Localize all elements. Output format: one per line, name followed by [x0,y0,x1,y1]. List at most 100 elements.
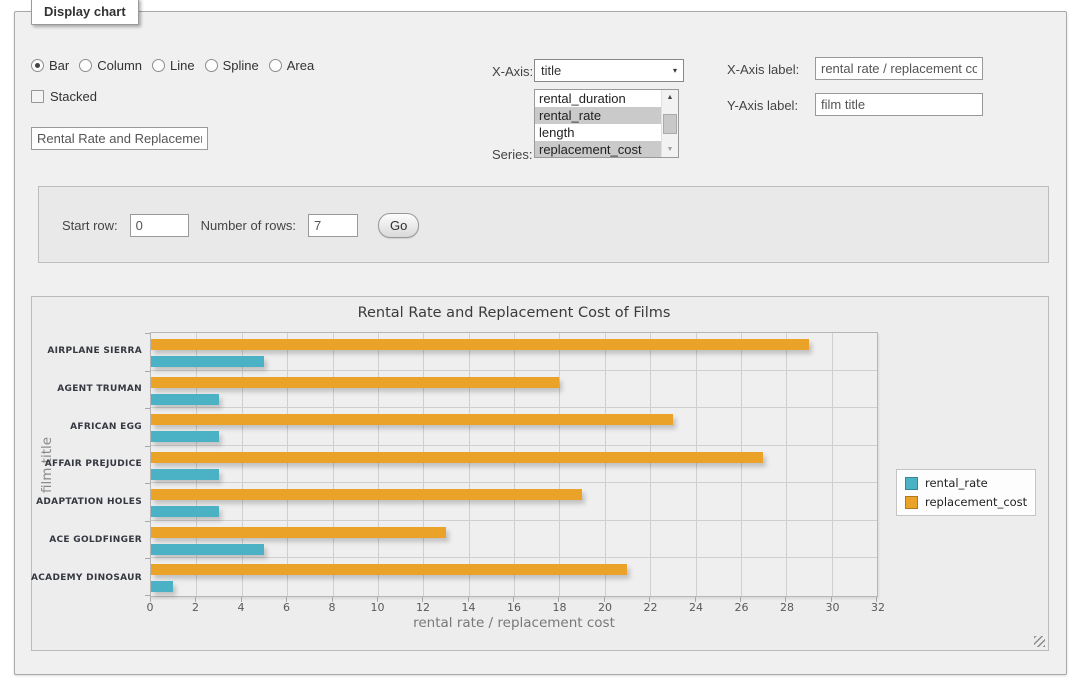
category-label: ACADEMY DINOSAUR [32,559,142,597]
chart-row-african-egg [151,408,877,446]
x-axis-label-text: X-Axis label: [727,62,799,77]
scroll-up-icon[interactable]: ▲ [662,90,678,105]
x-tick-label: 16 [507,601,521,614]
fieldset-legend-title: Display chart [31,0,139,25]
y-tick-mark [145,446,150,447]
chart-type-option-line: Line [152,58,195,73]
chart-type-option-bar: Bar [31,58,69,73]
series-option-rental_rate[interactable]: rental_rate [535,107,661,124]
legend-swatch-rental_rate [905,477,918,490]
series-option-length[interactable]: length [535,124,661,141]
legend-label-rental_rate: rental_rate [925,476,988,490]
bar-rental_rate [151,431,219,442]
rows-panel-inner: Start row: Number of rows: Go [62,213,419,238]
chart-row-agent-truman [151,371,877,409]
bar-replacement_cost [151,489,582,500]
x-tick-label: 30 [826,601,840,614]
y-tick-mark [145,558,150,559]
bar-replacement_cost [151,452,763,463]
bar-replacement_cost [151,564,627,575]
x-tick-label: 22 [644,601,658,614]
x-tick-label: 20 [598,601,612,614]
legend-label-replacement_cost: replacement_cost [925,495,1027,509]
series-option-rental_duration[interactable]: rental_duration [535,90,661,107]
chevron-down-icon: ▾ [673,66,677,75]
chart-row-academy-dinosaur [151,558,877,596]
num-rows-input[interactable] [308,214,358,237]
chart-type-radio-label: Spline [223,58,259,73]
chart-type-option-spline: Spline [205,58,259,73]
legend-entry-rental_rate: rental_rate [905,476,1027,490]
chart-row-adaptation-holes [151,483,877,521]
x-tick-label: 8 [329,601,336,614]
bar-rental_rate [151,506,219,517]
stacked-checkbox[interactable] [31,90,44,103]
bar-rental_rate [151,394,219,405]
x-tick-label: 4 [238,601,245,614]
bar-rental_rate [151,544,264,555]
resize-handle-icon[interactable] [1034,636,1045,647]
chart-type-radio-area[interactable] [269,59,282,72]
x-tick-label: 26 [735,601,749,614]
x-tick-label: 32 [871,601,885,614]
x-tick-label: 12 [416,601,430,614]
chart-type-option-column: Column [79,58,142,73]
y-tick-mark [145,521,150,522]
bar-replacement_cost [151,377,559,388]
category-label: ACE GOLDFINGER [32,521,142,559]
chart-type-radio-label: Line [170,58,195,73]
stacked-label: Stacked [50,89,97,104]
series-scrollbar[interactable]: ▲ ▼ [661,90,678,157]
scroll-down-icon[interactable]: ▼ [662,142,678,157]
x-tick-label: 0 [147,601,154,614]
x-tick-label: 14 [462,601,476,614]
series-options: rental_durationrental_ratelengthreplacem… [535,90,661,157]
legend-swatch-replacement_cost [905,496,918,509]
x-tick-label: 24 [689,601,703,614]
x-axis-select[interactable]: title ▾ [534,59,684,82]
legend-entry-replacement_cost: replacement_cost [905,495,1027,509]
x-tick-label: 2 [192,601,199,614]
chart-bar-rows [151,333,877,596]
go-button[interactable]: Go [378,213,419,238]
y-tick-mark [145,408,150,409]
x-tick-label: 10 [371,601,385,614]
chart-type-options: Bar Column Line Spline Area [31,58,314,73]
series-multiselect[interactable]: rental_durationrental_ratelengthreplacem… [534,89,679,158]
num-rows-label: Number of rows: [201,218,296,233]
bar-replacement_cost [151,414,673,425]
display-chart-fieldset: Display chart BarColumnLineSplineArea St… [14,11,1067,675]
category-label: AFRICAN EGG [32,408,142,446]
rows-panel: Start row: Number of rows: Go [38,186,1049,263]
start-row-input[interactable] [130,214,189,237]
bar-rental_rate [151,469,219,480]
chart-type-radio-line[interactable] [152,59,165,72]
chart-type-radio-bar[interactable] [31,59,44,72]
x-tick-label: 28 [780,601,794,614]
chart-type-option-area: Area [269,58,314,73]
y-tick-mark [145,483,150,484]
chart-plot-area [150,332,878,597]
x-tick-label: 6 [283,601,290,614]
chart-x-tick-labels: 02468101214161820222426283032 [150,601,878,615]
series-option-replacement_cost[interactable]: replacement_cost [535,141,661,157]
x-axis-select-value: title [541,63,561,78]
chart-row-airplane-sierra [151,333,877,371]
chart-type-radio-spline[interactable] [205,59,218,72]
scrollbar-thumb[interactable] [663,114,677,134]
category-label: ADAPTATION HOLES [32,483,142,521]
category-label: AGENT TRUMAN [32,370,142,408]
bar-replacement_cost [151,527,446,538]
chart-type-radio-column[interactable] [79,59,92,72]
y-tick-mark [145,595,150,596]
chart-title-input[interactable] [31,127,208,150]
chart-title: Rental Rate and Replacement Cost of Film… [150,305,878,321]
series-select-label: Series: [492,147,532,162]
x-axis-label-input[interactable] [815,57,983,80]
chart-container: Rental Rate and Replacement Cost of Film… [31,296,1049,651]
y-axis-label-input[interactable] [815,93,983,116]
chart-type-radio-label: Column [97,58,142,73]
chart-type-radio-label: Area [287,58,314,73]
bar-replacement_cost [151,339,809,350]
category-label: AFFAIR PREJUDICE [32,446,142,484]
